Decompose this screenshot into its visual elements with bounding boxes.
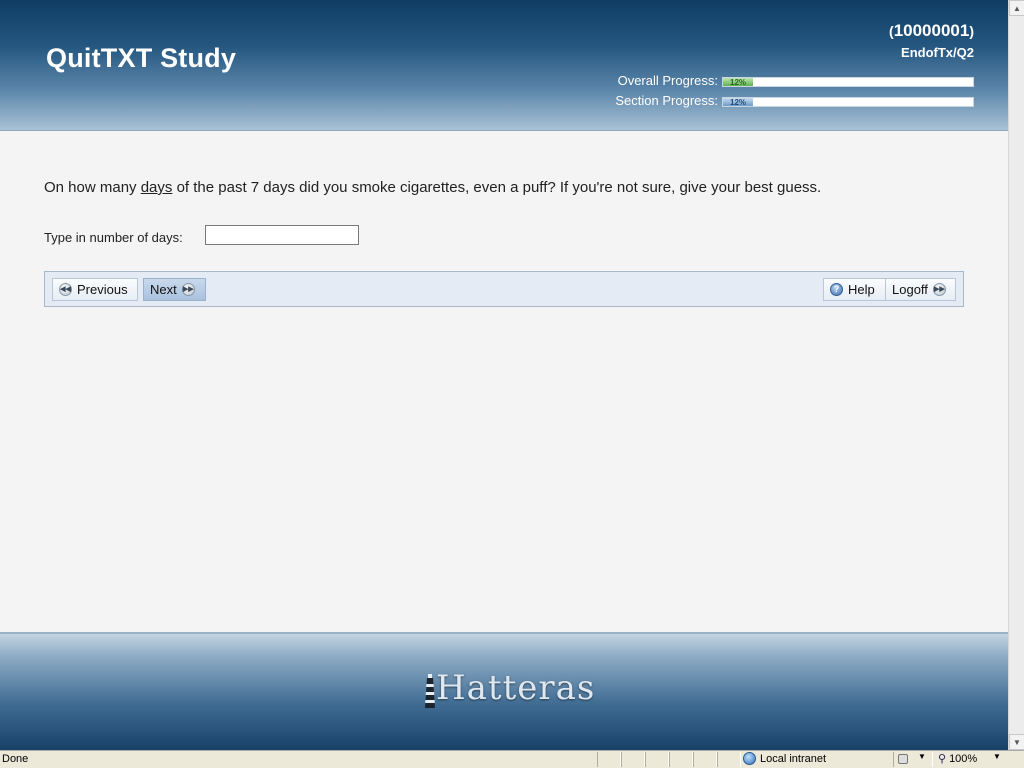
- scroll-up-icon[interactable]: ▲: [1009, 0, 1024, 16]
- logoff-button-label: Logoff: [892, 282, 928, 297]
- status-pane: [621, 752, 645, 767]
- navigation-bar: ◀◀ Previous Next ▶▶ ? Help Logoff ▶▶: [44, 271, 964, 307]
- double-chevron-left-icon: ◀◀: [59, 283, 72, 296]
- question-text-before: On how many: [44, 179, 141, 196]
- section-progress-bar: 12%: [722, 97, 974, 107]
- vertical-scrollbar[interactable]: ▲ ▼: [1008, 0, 1024, 750]
- lighthouse-icon: [425, 674, 435, 708]
- double-chevron-right-icon: ▶▶: [932, 283, 946, 296]
- days-input[interactable]: [205, 225, 359, 245]
- overall-progress: Overall Progress: 12%: [600, 73, 974, 88]
- participant-id: (10000001): [889, 21, 974, 40]
- question-emphasis: days: [140, 179, 173, 196]
- status-pane: [597, 752, 621, 767]
- zoom-level: 100%: [949, 752, 978, 765]
- overall-progress-label: Overall Progress:: [617, 73, 718, 88]
- browser-viewport: QuitTXT Study (10000001) EndofTx/Q2 Over…: [0, 0, 1008, 750]
- status-text: Done: [2, 753, 29, 765]
- chevron-down-icon[interactable]: ▼: [918, 752, 926, 761]
- previous-button[interactable]: ◀◀ Previous: [52, 278, 138, 301]
- next-button[interactable]: Next ▶▶: [143, 278, 206, 301]
- browser-status-bar: Done Local intranet ▼ ⚲ 100% ▼: [0, 750, 1024, 768]
- participant-id-value: 10000001: [893, 21, 970, 40]
- logoff-button[interactable]: Logoff ▶▶: [885, 278, 956, 301]
- status-pane: [693, 752, 717, 767]
- answer-label: Type in number of days:: [44, 230, 183, 245]
- section-progress: Section Progress: 12%: [600, 93, 974, 108]
- section-progress-percent: 12%: [730, 98, 747, 107]
- double-chevron-right-icon: ▶▶: [181, 283, 195, 296]
- form-path: EndofTx/Q2: [901, 45, 974, 60]
- overall-progress-bar: 12%: [722, 77, 974, 87]
- globe-icon: [743, 752, 756, 765]
- help-button-label: Help: [848, 282, 875, 297]
- page-header: QuitTXT Study (10000001) EndofTx/Q2 Over…: [0, 0, 1008, 131]
- page-footer: Hatteras: [0, 632, 1008, 750]
- question-text: On how many days of the past 7 days did …: [44, 179, 821, 196]
- section-progress-label: Section Progress:: [615, 93, 718, 108]
- status-pane: [645, 752, 669, 767]
- help-button[interactable]: ? Help: [823, 278, 886, 301]
- help-icon: ?: [830, 283, 843, 296]
- status-pane: [717, 752, 741, 767]
- protected-mode-icon[interactable]: [898, 754, 908, 764]
- study-title: QuitTXT Study: [46, 43, 237, 73]
- brand-name: Hatteras: [436, 668, 596, 708]
- magnifier-icon: ⚲: [938, 753, 947, 765]
- zoom-dropdown-icon[interactable]: ▼: [993, 752, 1001, 761]
- security-zone: Local intranet: [743, 752, 826, 765]
- overall-progress-percent: 12%: [730, 78, 747, 87]
- next-button-label: Next: [150, 282, 177, 297]
- scroll-down-icon[interactable]: ▼: [1009, 734, 1024, 750]
- previous-button-label: Previous: [77, 282, 128, 297]
- status-pane: [669, 752, 693, 767]
- security-zone-label: Local intranet: [760, 752, 827, 765]
- zoom-control[interactable]: ⚲ 100%: [938, 752, 978, 766]
- hatteras-logo: Hatteras: [424, 668, 595, 708]
- question-text-after: of the past 7 days did you smoke cigaret…: [172, 179, 822, 196]
